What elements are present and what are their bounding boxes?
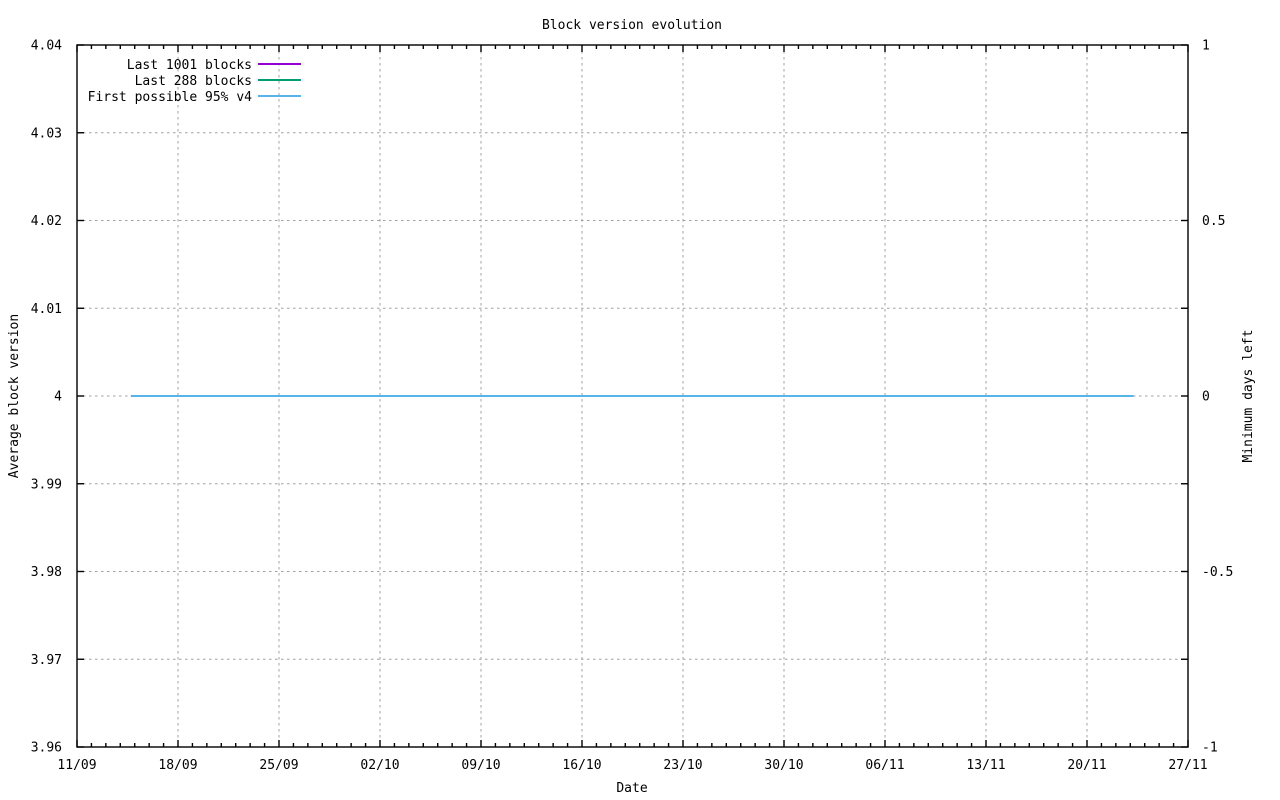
x-tick-label: 25/09 <box>259 758 298 773</box>
x-tick-label: 06/11 <box>865 758 904 773</box>
chart-title: Block version evolution <box>542 18 722 33</box>
y-tick-label: 4.02 <box>31 214 62 229</box>
x-tick-label: 23/10 <box>663 758 702 773</box>
y-tick-label: 3.99 <box>31 477 62 492</box>
y2-tick-label: 0.5 <box>1202 214 1225 229</box>
y2-axis-title: Minimum days left <box>1241 329 1256 462</box>
tick-label-layer: 4.04 1 4.03 4.02 0.5 4.01 4 0 3.99 3.98 -0.5 3.97 3.… <box>31 39 1234 774</box>
chart-window: Block version evolution 4.04 1 4.03 4.02 0.5… <box>0 0 1280 800</box>
y-tick-label: 4.01 <box>31 302 62 317</box>
y2-tick-label: 1 <box>1202 39 1210 54</box>
y2-tick-label: -0.5 <box>1202 565 1233 580</box>
y-tick-label: 3.97 <box>31 653 62 668</box>
legend: Last 1001 blocks Last 288 blocks First p… <box>88 58 301 105</box>
y2-tick-label: 0 <box>1202 390 1210 405</box>
x-tick-label: 18/09 <box>158 758 197 773</box>
x-tick-label: 02/10 <box>360 758 399 773</box>
x-tick-label: 09/10 <box>461 758 500 773</box>
x-tick-label: 11/09 <box>57 758 96 773</box>
x-tick-label: 20/11 <box>1067 758 1106 773</box>
legend-label-last-288-blocks: Last 288 blocks <box>135 74 252 89</box>
legend-label-first-possible-95-v4: First possible 95% v4 <box>88 90 253 105</box>
y-tick-label: 4.04 <box>31 39 62 54</box>
y-tick-label: 3.96 <box>31 741 62 756</box>
y-tick-label: 4.03 <box>31 126 62 141</box>
x-tick-label: 13/11 <box>966 758 1005 773</box>
x-tick-label: 16/10 <box>562 758 601 773</box>
x-tick-label: 30/10 <box>764 758 803 773</box>
x-axis-title: Date <box>616 781 647 796</box>
x-tick-label: 27/11 <box>1168 758 1207 773</box>
y-tick-label: 4 <box>54 390 62 405</box>
y-tick-label: 3.98 <box>31 565 62 580</box>
legend-label-last-1001-blocks: Last 1001 blocks <box>127 58 252 73</box>
y-axis-title: Average block version <box>7 314 22 478</box>
block-version-chart: Block version evolution 4.04 1 4.03 4.02 0.5… <box>0 0 1280 800</box>
y2-tick-label: -1 <box>1202 741 1218 756</box>
